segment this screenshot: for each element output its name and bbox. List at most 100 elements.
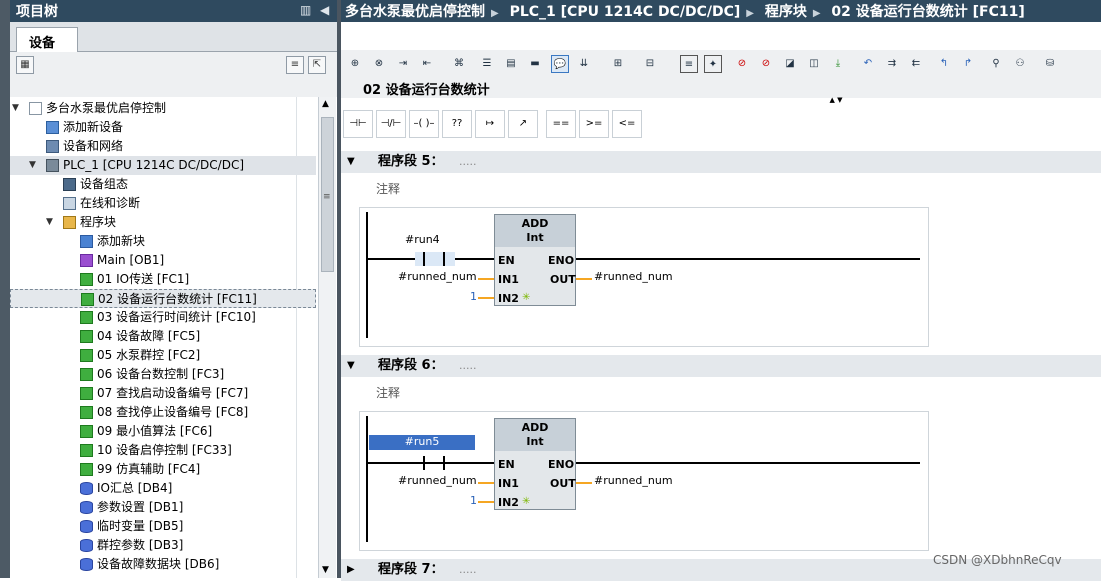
tree-item[interactable]: 添加新块	[10, 232, 316, 251]
tree-item[interactable]: 临时变量 [DB5]	[10, 517, 316, 536]
network-header[interactable]: ▼ 程序段 5： .....	[341, 151, 1101, 173]
tree-scrollbar[interactable]: ▲ ≡ ▼	[318, 97, 336, 578]
tree-item[interactable]: 群控参数 [DB3]	[10, 536, 316, 555]
breadcrumb-item-project[interactable]: 多台水泵最优启停控制	[345, 4, 485, 20]
instruction-type[interactable]: Int	[526, 435, 543, 448]
tree-item[interactable]: 设备和网络	[10, 137, 316, 156]
return-icon[interactable]: ↱	[959, 55, 977, 73]
tree-item[interactable]: 02 设备运行台数统计 [FC11]	[10, 289, 316, 308]
tree-item[interactable]: ▼ 程序块	[10, 213, 316, 232]
favorites-icon[interactable]: ☰	[478, 55, 496, 73]
tree-item[interactable]: 05 水泵群控 [FC2]	[10, 346, 316, 365]
expand-arrow-icon[interactable]: ▼	[46, 213, 53, 232]
network-header[interactable]: ▼ 程序段 6： .....	[341, 355, 1101, 377]
list-down-icon[interactable]: ⇊	[575, 55, 593, 73]
comment-icon[interactable]: 💬	[551, 55, 569, 73]
jump-back-icon[interactable]: ↶	[859, 55, 877, 73]
tree-item[interactable]: 09 最小值算法 [FC6]	[10, 422, 316, 441]
add-input-icon[interactable]: ✳	[522, 496, 530, 507]
scroll-down-icon[interactable]: ▼	[322, 565, 329, 575]
operand-out[interactable]: #runned_num	[594, 270, 673, 283]
tree-item[interactable]: 01 IO传送 [FC1]	[10, 270, 316, 289]
tree-item[interactable]: IO汇总 [DB4]	[10, 479, 316, 498]
operand-in2[interactable]: 1	[470, 290, 477, 303]
tree-item[interactable]: Main [OB1]	[10, 251, 316, 270]
expand-arrow-icon[interactable]: ▼	[29, 156, 36, 175]
ladder-button-close-branch[interactable]: ↗	[508, 110, 538, 138]
operand-in2[interactable]: 1	[470, 494, 477, 507]
no-contact[interactable]	[423, 456, 445, 470]
list-view-icon[interactable]: ≡	[680, 55, 698, 73]
outdent-icon[interactable]: ⇇	[907, 55, 925, 73]
tree-item[interactable]: 07 查找启动设备编号 [FC7]	[10, 384, 316, 403]
networks-collapse-icon[interactable]: ▬	[526, 55, 544, 73]
ladder-button-empty-box[interactable]: ??	[442, 110, 472, 138]
operand-in1[interactable]: #runned_num	[398, 270, 477, 283]
collapse-arrow-icon[interactable]: ▼	[347, 355, 355, 377]
download-icon[interactable]: ⤓	[829, 55, 847, 73]
tree-item[interactable]: 03 设备运行时间统计 [FC10]	[10, 308, 316, 327]
tab-devices[interactable]: 设备	[16, 27, 78, 52]
instruction-type[interactable]: Int	[526, 231, 543, 244]
callout-icon[interactable]: ◪	[781, 55, 799, 73]
tree-item[interactable]: 06 设备台数控制 [FC3]	[10, 365, 316, 384]
ladder-button-le[interactable]: <=	[612, 110, 642, 138]
network-title-placeholder[interactable]: .....	[459, 151, 476, 173]
collapse-arrow-icon[interactable]: ▼	[347, 151, 355, 173]
network-title-placeholder[interactable]: .....	[459, 355, 476, 377]
ladder-button-open-branch[interactable]: ↦	[475, 110, 505, 138]
tree-item[interactable]: ▼ 多台水泵最优启停控制	[10, 99, 316, 118]
panel-layout-icon[interactable]: ▥	[300, 3, 311, 17]
database-icon[interactable]: ⛁	[1041, 55, 1059, 73]
tree-item[interactable]: 设备故障数据块 [DB6]	[10, 555, 316, 574]
absolute-address-icon[interactable]: ⌘	[450, 55, 468, 73]
collapse-panel-icon[interactable]: ◀	[320, 3, 329, 17]
glasses-icon[interactable]: ⚲	[987, 55, 1005, 73]
compare-icon[interactable]: ◫	[805, 55, 823, 73]
operand-in1[interactable]: #runned_num	[398, 474, 477, 487]
tree-item[interactable]: 99 仿真辅助 [FC4]	[10, 460, 316, 479]
pin-out: OUT	[550, 477, 576, 490]
network-comment[interactable]: 注释	[376, 180, 400, 197]
add-input-icon[interactable]: ✳	[522, 292, 530, 303]
go-to-error-icon[interactable]: ⊘	[733, 55, 751, 73]
ladder-button-eq[interactable]: ==	[546, 110, 576, 138]
splitter-arrows-icon[interactable]: ▲ ▼	[811, 96, 861, 104]
monitoring-icon[interactable]: ⚇	[1011, 55, 1029, 73]
ladder-button-ge[interactable]: >=	[579, 110, 609, 138]
tree-item[interactable]: 10 设备启停控制 [FC33]	[10, 441, 316, 460]
contact-operand-selected[interactable]: #run5	[369, 435, 475, 450]
expand-arrow-icon[interactable]: ▼	[12, 99, 19, 118]
tree-item[interactable]: 添加新设备	[10, 118, 316, 137]
call-icon[interactable]: ↰	[935, 55, 953, 73]
append-row-icon[interactable]: ⇤	[418, 55, 436, 73]
indent-icon[interactable]: ⇉	[883, 55, 901, 73]
wizard-icon[interactable]: ✦	[704, 55, 722, 73]
breadcrumb-item-plc[interactable]: PLC_1 [CPU 1214C DC/DC/DC]	[510, 4, 741, 20]
delete-network-icon[interactable]: ⊗	[370, 55, 388, 73]
tree-item[interactable]: 04 设备故障 [FC5]	[10, 327, 316, 346]
tree-item[interactable]: ▼ PLC_1 [CPU 1214C DC/DC/DC]	[10, 156, 316, 175]
tag-info-icon[interactable]: ⊞	[609, 55, 627, 73]
no-contact[interactable]	[423, 252, 445, 266]
ladder-button-nc-contact[interactable]: ⊣/⊢	[376, 110, 406, 138]
insert-row-icon[interactable]: ⇥	[394, 55, 412, 73]
ladder-button-coil[interactable]: –( )–	[409, 110, 439, 138]
next-error-icon[interactable]: ⊘	[757, 55, 775, 73]
contact-operand[interactable]: #run4	[405, 233, 440, 246]
insert-network-icon[interactable]: ⊕	[346, 55, 364, 73]
tree-item[interactable]: 在线和诊断	[10, 194, 316, 213]
ladder-button-no-contact[interactable]: ⊣⊢	[343, 110, 373, 138]
export-icon[interactable]: ⇱	[308, 56, 326, 74]
tree-item[interactable]: 参数设置 [DB1]	[10, 498, 316, 517]
tree-item[interactable]: 设备组态	[10, 175, 316, 194]
tree-item[interactable]: 08 查找停止设备编号 [FC8]	[10, 403, 316, 422]
monitor-icon[interactable]: ⊟	[641, 55, 659, 73]
scroll-up-icon[interactable]: ▲	[322, 99, 329, 109]
window-split-icon[interactable]: ▤	[502, 55, 520, 73]
grid-view-icon[interactable]: ▦	[16, 56, 34, 74]
list-view-icon[interactable]: ≡	[286, 56, 304, 74]
network-comment[interactable]: 注释	[376, 384, 400, 401]
breadcrumb-item-blocks[interactable]: 程序块	[765, 4, 807, 20]
operand-out[interactable]: #runned_num	[594, 474, 673, 487]
